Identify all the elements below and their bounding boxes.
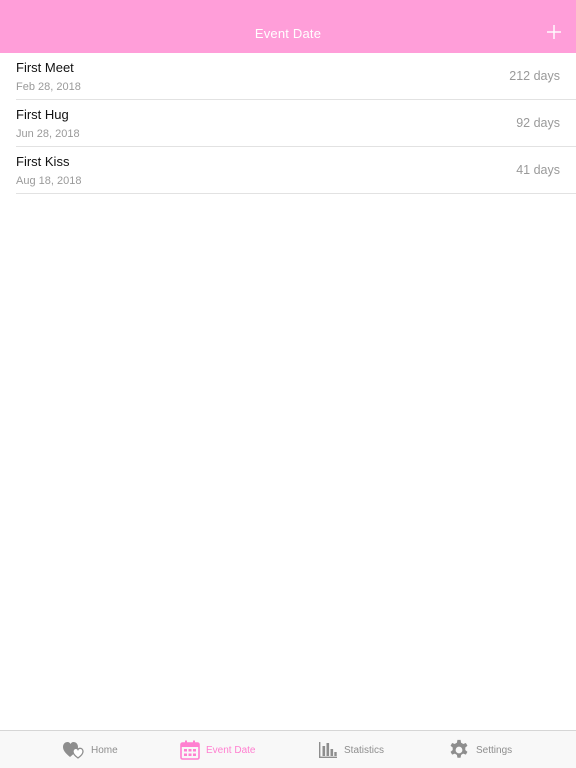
event-days-count: 212 days xyxy=(509,69,560,83)
gear-icon xyxy=(448,739,470,761)
tab-settings[interactable]: Settings xyxy=(448,731,512,768)
navigation-bar: Event Date xyxy=(0,0,576,53)
tab-home[interactable]: Home xyxy=(63,731,118,768)
calendar-icon xyxy=(180,740,200,760)
event-date: Jun 28, 2018 xyxy=(16,128,80,140)
list-item[interactable]: First Hug Jun 28, 2018 92 days xyxy=(16,100,576,147)
bar-chart-icon xyxy=(318,741,338,759)
hearts-icon xyxy=(63,741,85,759)
tab-bar: Home Event Date Statistics Settings xyxy=(0,730,576,768)
tab-statistics[interactable]: Statistics xyxy=(318,731,384,768)
tab-event-date[interactable]: Event Date xyxy=(180,731,255,768)
list-item[interactable]: First Meet Feb 28, 2018 212 days xyxy=(16,53,576,100)
app-window: Event Date First Meet Feb 28, 2018 212 d… xyxy=(0,0,576,768)
event-title: First Hug xyxy=(16,107,69,122)
event-date: Aug 18, 2018 xyxy=(16,175,82,187)
tab-label: Settings xyxy=(476,744,513,756)
event-title: First Kiss xyxy=(16,154,70,169)
page-title: Event Date xyxy=(254,26,322,41)
event-days-count: 41 days xyxy=(516,163,560,177)
tab-label: Statistics xyxy=(344,744,385,756)
event-title: First Meet xyxy=(16,60,74,75)
tab-label: Home xyxy=(91,744,118,756)
list-item[interactable]: First Kiss Aug 18, 2018 41 days xyxy=(16,147,576,194)
add-event-button[interactable] xyxy=(544,22,564,42)
event-days-count: 92 days xyxy=(516,116,560,130)
tab-label: Event Date xyxy=(206,744,256,756)
event-date: Feb 28, 2018 xyxy=(16,81,81,93)
plus-icon xyxy=(547,25,561,39)
event-list: First Meet Feb 28, 2018 212 days First H… xyxy=(0,53,576,194)
